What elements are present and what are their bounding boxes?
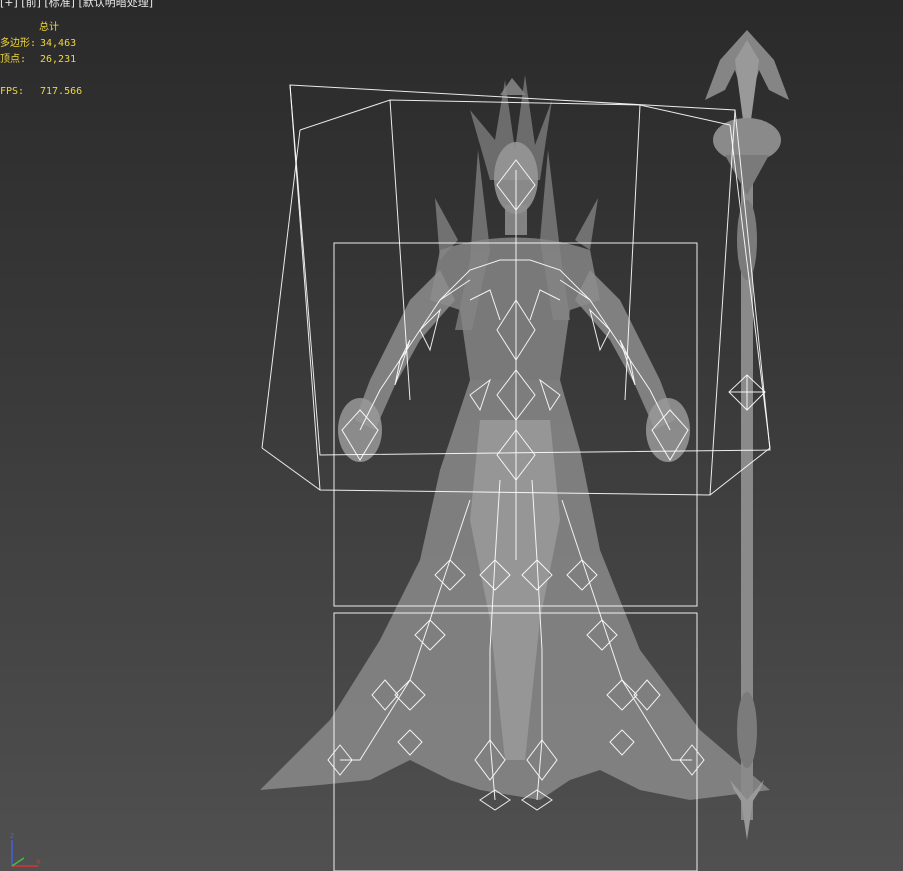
character-model[interactable] — [260, 75, 770, 800]
x-axis-label: x — [36, 857, 41, 866]
scene-canvas: z x — [10, 30, 789, 871]
z-axis-label: z — [10, 831, 14, 840]
axis-gizmo: z x — [10, 831, 41, 867]
y-axis — [11, 857, 25, 867]
staff-model[interactable] — [705, 30, 789, 840]
3d-viewport[interactable]: [+] [前] [标准] [默认明暗处理] 总计 多边形: 34,463 顶点:… — [0, 0, 903, 871]
